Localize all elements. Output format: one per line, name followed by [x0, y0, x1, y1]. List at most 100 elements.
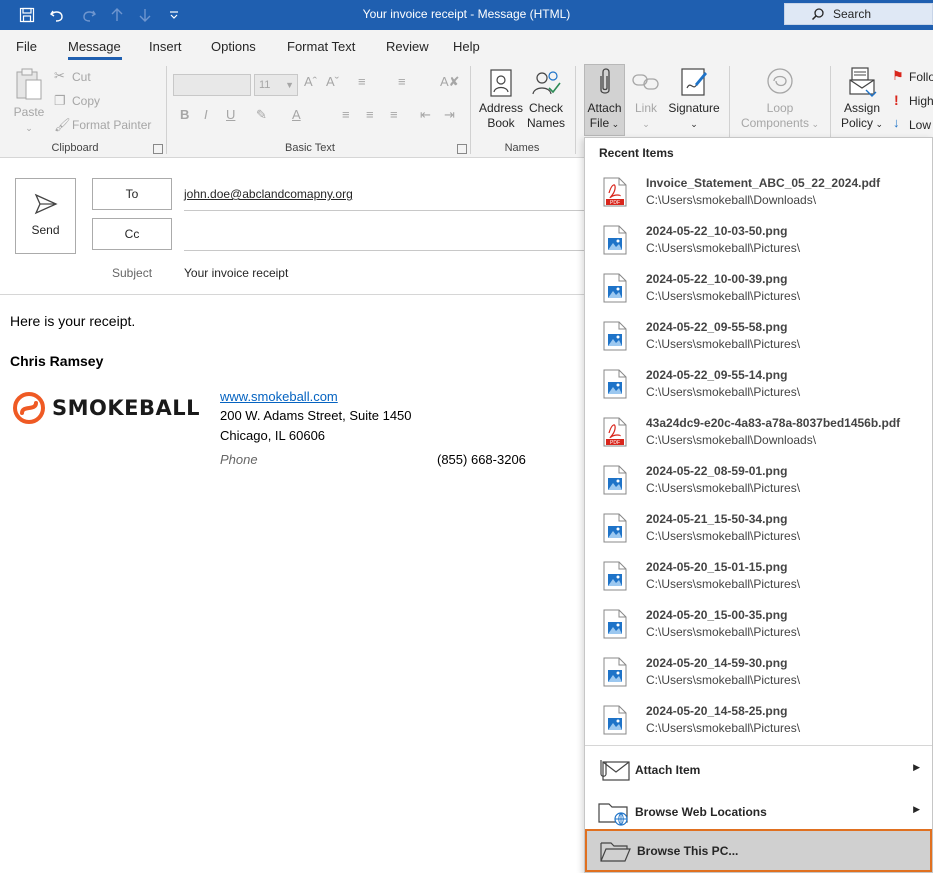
font-color-icon[interactable]: A — [292, 107, 301, 122]
message-body-text[interactable]: Here is your receipt. — [10, 313, 135, 329]
recent-item-name: 2024-05-20_14-59-30.png — [646, 656, 788, 670]
paperclip-icon — [599, 68, 610, 94]
tab-file[interactable]: File — [16, 39, 37, 54]
bold-button[interactable]: B — [180, 107, 189, 122]
browse-web-locations-menu[interactable]: Browse Web Locations ▶ — [585, 792, 932, 832]
recent-item[interactable]: PDF 43a24dc9-e20c-4a83-a78a-8037bed1456b.… — [585, 410, 932, 458]
pdf-file-icon: PDF — [603, 417, 627, 447]
recent-item-path: C:\Users\smokeball\Pictures\ — [646, 337, 801, 351]
group-separator — [575, 66, 576, 154]
tab-options[interactable]: Options — [211, 39, 256, 54]
bullets-icon[interactable]: ≡ — [358, 74, 366, 89]
tab-format-text[interactable]: Format Text — [287, 39, 355, 54]
grow-font-icon[interactable]: Aˆ — [304, 74, 317, 89]
recent-item[interactable]: 2024-05-20_14-58-25.png C:\Users\smokebal… — [585, 698, 932, 746]
image-file-icon — [603, 273, 627, 303]
shrink-font-icon[interactable]: Aˇ — [326, 74, 339, 89]
recent-item[interactable]: 2024-05-22_09-55-58.png C:\Users\smokebal… — [585, 314, 932, 362]
tab-help[interactable]: Help — [453, 39, 480, 54]
basic-text-group-label: Basic Text — [285, 142, 335, 154]
align-right-icon[interactable]: ≡ — [390, 107, 398, 122]
link-button[interactable]: Link ⌄ — [628, 66, 664, 132]
tab-insert[interactable]: Insert — [149, 39, 182, 54]
cc-button[interactable]: Cc — [92, 218, 172, 250]
check-names-button[interactable]: Check Names — [526, 68, 566, 131]
subject-input[interactable]: Your invoice receipt — [184, 266, 288, 280]
undo-icon[interactable] — [46, 4, 68, 26]
recent-item[interactable]: 2024-05-22_08-59-01.png C:\Users\smokebal… — [585, 458, 932, 506]
browse-web-locations-label: Browse Web Locations — [635, 805, 767, 819]
recent-item-path: C:\Users\smokeball\Pictures\ — [646, 625, 801, 639]
to-button[interactable]: To — [92, 178, 172, 210]
font-size-combo[interactable]: 11 ▼ — [254, 74, 298, 96]
image-file-icon — [603, 705, 627, 735]
move-down-icon[interactable] — [134, 4, 156, 26]
subject-label: Subject — [112, 266, 153, 280]
recent-item[interactable]: 2024-05-22_09-55-14.png C:\Users\smokebal… — [585, 362, 932, 410]
decrease-indent-icon[interactable]: ⇤ — [420, 107, 431, 123]
website-link-text[interactable]: www.smokeball.com — [220, 389, 338, 404]
increase-indent-icon[interactable]: ⇥ — [444, 107, 455, 123]
low-importance-button[interactable]: Low — [909, 118, 931, 132]
follow-up-button[interactable]: Follo — [909, 70, 933, 84]
font-name-combo[interactable] — [173, 74, 251, 96]
search-box[interactable]: Search — [784, 3, 933, 25]
align-center-icon[interactable]: ≡ — [366, 107, 374, 122]
assign-policy-button[interactable]: Assign Policy ⌄ — [838, 66, 886, 132]
recent-item-path: C:\Users\smokeball\Pictures\ — [646, 529, 801, 543]
clipboard-dialog-launcher[interactable] — [153, 144, 163, 154]
recent-item-path: C:\Users\smokeball\Downloads\ — [646, 193, 817, 207]
cut-button[interactable]: Cut — [72, 70, 91, 84]
customize-toolbar-icon[interactable] — [163, 4, 185, 26]
save-icon[interactable] — [16, 4, 38, 26]
attach-item-menu[interactable]: Attach Item ▶ — [585, 750, 932, 790]
low-importance-icon: ↓ — [893, 115, 900, 130]
loop-components-button[interactable]: Loop Components ⌄ — [738, 66, 822, 132]
recent-item[interactable]: 2024-05-22_10-00-39.png C:\Users\smokebal… — [585, 266, 932, 314]
redo-icon[interactable] — [78, 4, 100, 26]
align-left-icon[interactable]: ≡ — [342, 107, 350, 122]
format-painter-button[interactable]: Format Painter — [72, 118, 151, 132]
italic-button[interactable]: I — [204, 107, 208, 122]
check-names-label-2: Names — [526, 116, 565, 130]
recent-item[interactable]: PDF Invoice_Statement_ABC_05_22_2024.pdf C… — [585, 170, 932, 218]
attach-file-button[interactable]: Attach File ⌄ — [584, 66, 625, 132]
address-line-1: 200 W. Adams Street, Suite 1450 — [220, 408, 412, 423]
address-book-icon — [490, 69, 512, 97]
attach-file-dropdown: Recent Items PDF Invoice_Statement_ABC_05… — [584, 137, 933, 873]
basic-text-dialog-launcher[interactable] — [457, 144, 467, 154]
recent-item-path: C:\Users\smokeball\Pictures\ — [646, 385, 801, 399]
clear-formatting-icon[interactable]: A✘ — [440, 74, 460, 90]
address-book-button[interactable]: Address Book — [477, 68, 525, 131]
recent-item[interactable]: 2024-05-22_10-03-50.png C:\Users\smokebal… — [585, 218, 932, 266]
browse-this-pc-menu[interactable]: Browse This PC... — [585, 829, 932, 872]
recent-item-name: 2024-05-22_09-55-58.png — [646, 320, 788, 334]
highlight-icon[interactable]: ✎ — [256, 107, 267, 123]
check-names-label-1: Check — [528, 101, 563, 115]
group-separator — [166, 66, 167, 154]
tab-review[interactable]: Review — [386, 39, 429, 54]
tab-message[interactable]: Message — [68, 39, 121, 54]
move-up-icon[interactable] — [106, 4, 128, 26]
recent-item[interactable]: 2024-05-20_14-59-30.png C:\Users\smokebal… — [585, 650, 932, 698]
link-label: Link — [634, 101, 657, 115]
font-size-value: 11 — [259, 79, 271, 91]
recent-item[interactable]: 2024-05-20_15-01-15.png C:\Users\smokebal… — [585, 554, 932, 602]
send-button[interactable]: Send — [15, 178, 76, 254]
high-importance-button[interactable]: High — [909, 94, 933, 108]
website-link[interactable]: www.smokeball.com — [220, 389, 338, 404]
to-recipient[interactable]: john.doe@abclandcomapny.org — [184, 187, 353, 201]
cc-field[interactable] — [184, 250, 584, 251]
numbering-icon[interactable]: ≡ — [398, 74, 406, 89]
recent-item-name: 2024-05-20_14-58-25.png — [646, 704, 788, 718]
chevron-right-icon: ▶ — [913, 762, 920, 772]
signature-button[interactable]: Signature ⌄ — [666, 66, 722, 132]
recent-item-name: 2024-05-20_15-01-15.png — [646, 560, 788, 574]
image-file-icon — [603, 465, 627, 495]
recent-item[interactable]: 2024-05-20_15-00-35.png C:\Users\smokebal… — [585, 602, 932, 650]
recent-item[interactable]: 2024-05-21_15-50-34.png C:\Users\smokebal… — [585, 506, 932, 554]
copy-button[interactable]: Copy — [72, 94, 100, 108]
paste-button[interactable]: Paste ⌄ — [10, 68, 48, 136]
flag-icon: ⚑ — [892, 68, 904, 83]
underline-button[interactable]: U — [226, 107, 235, 122]
